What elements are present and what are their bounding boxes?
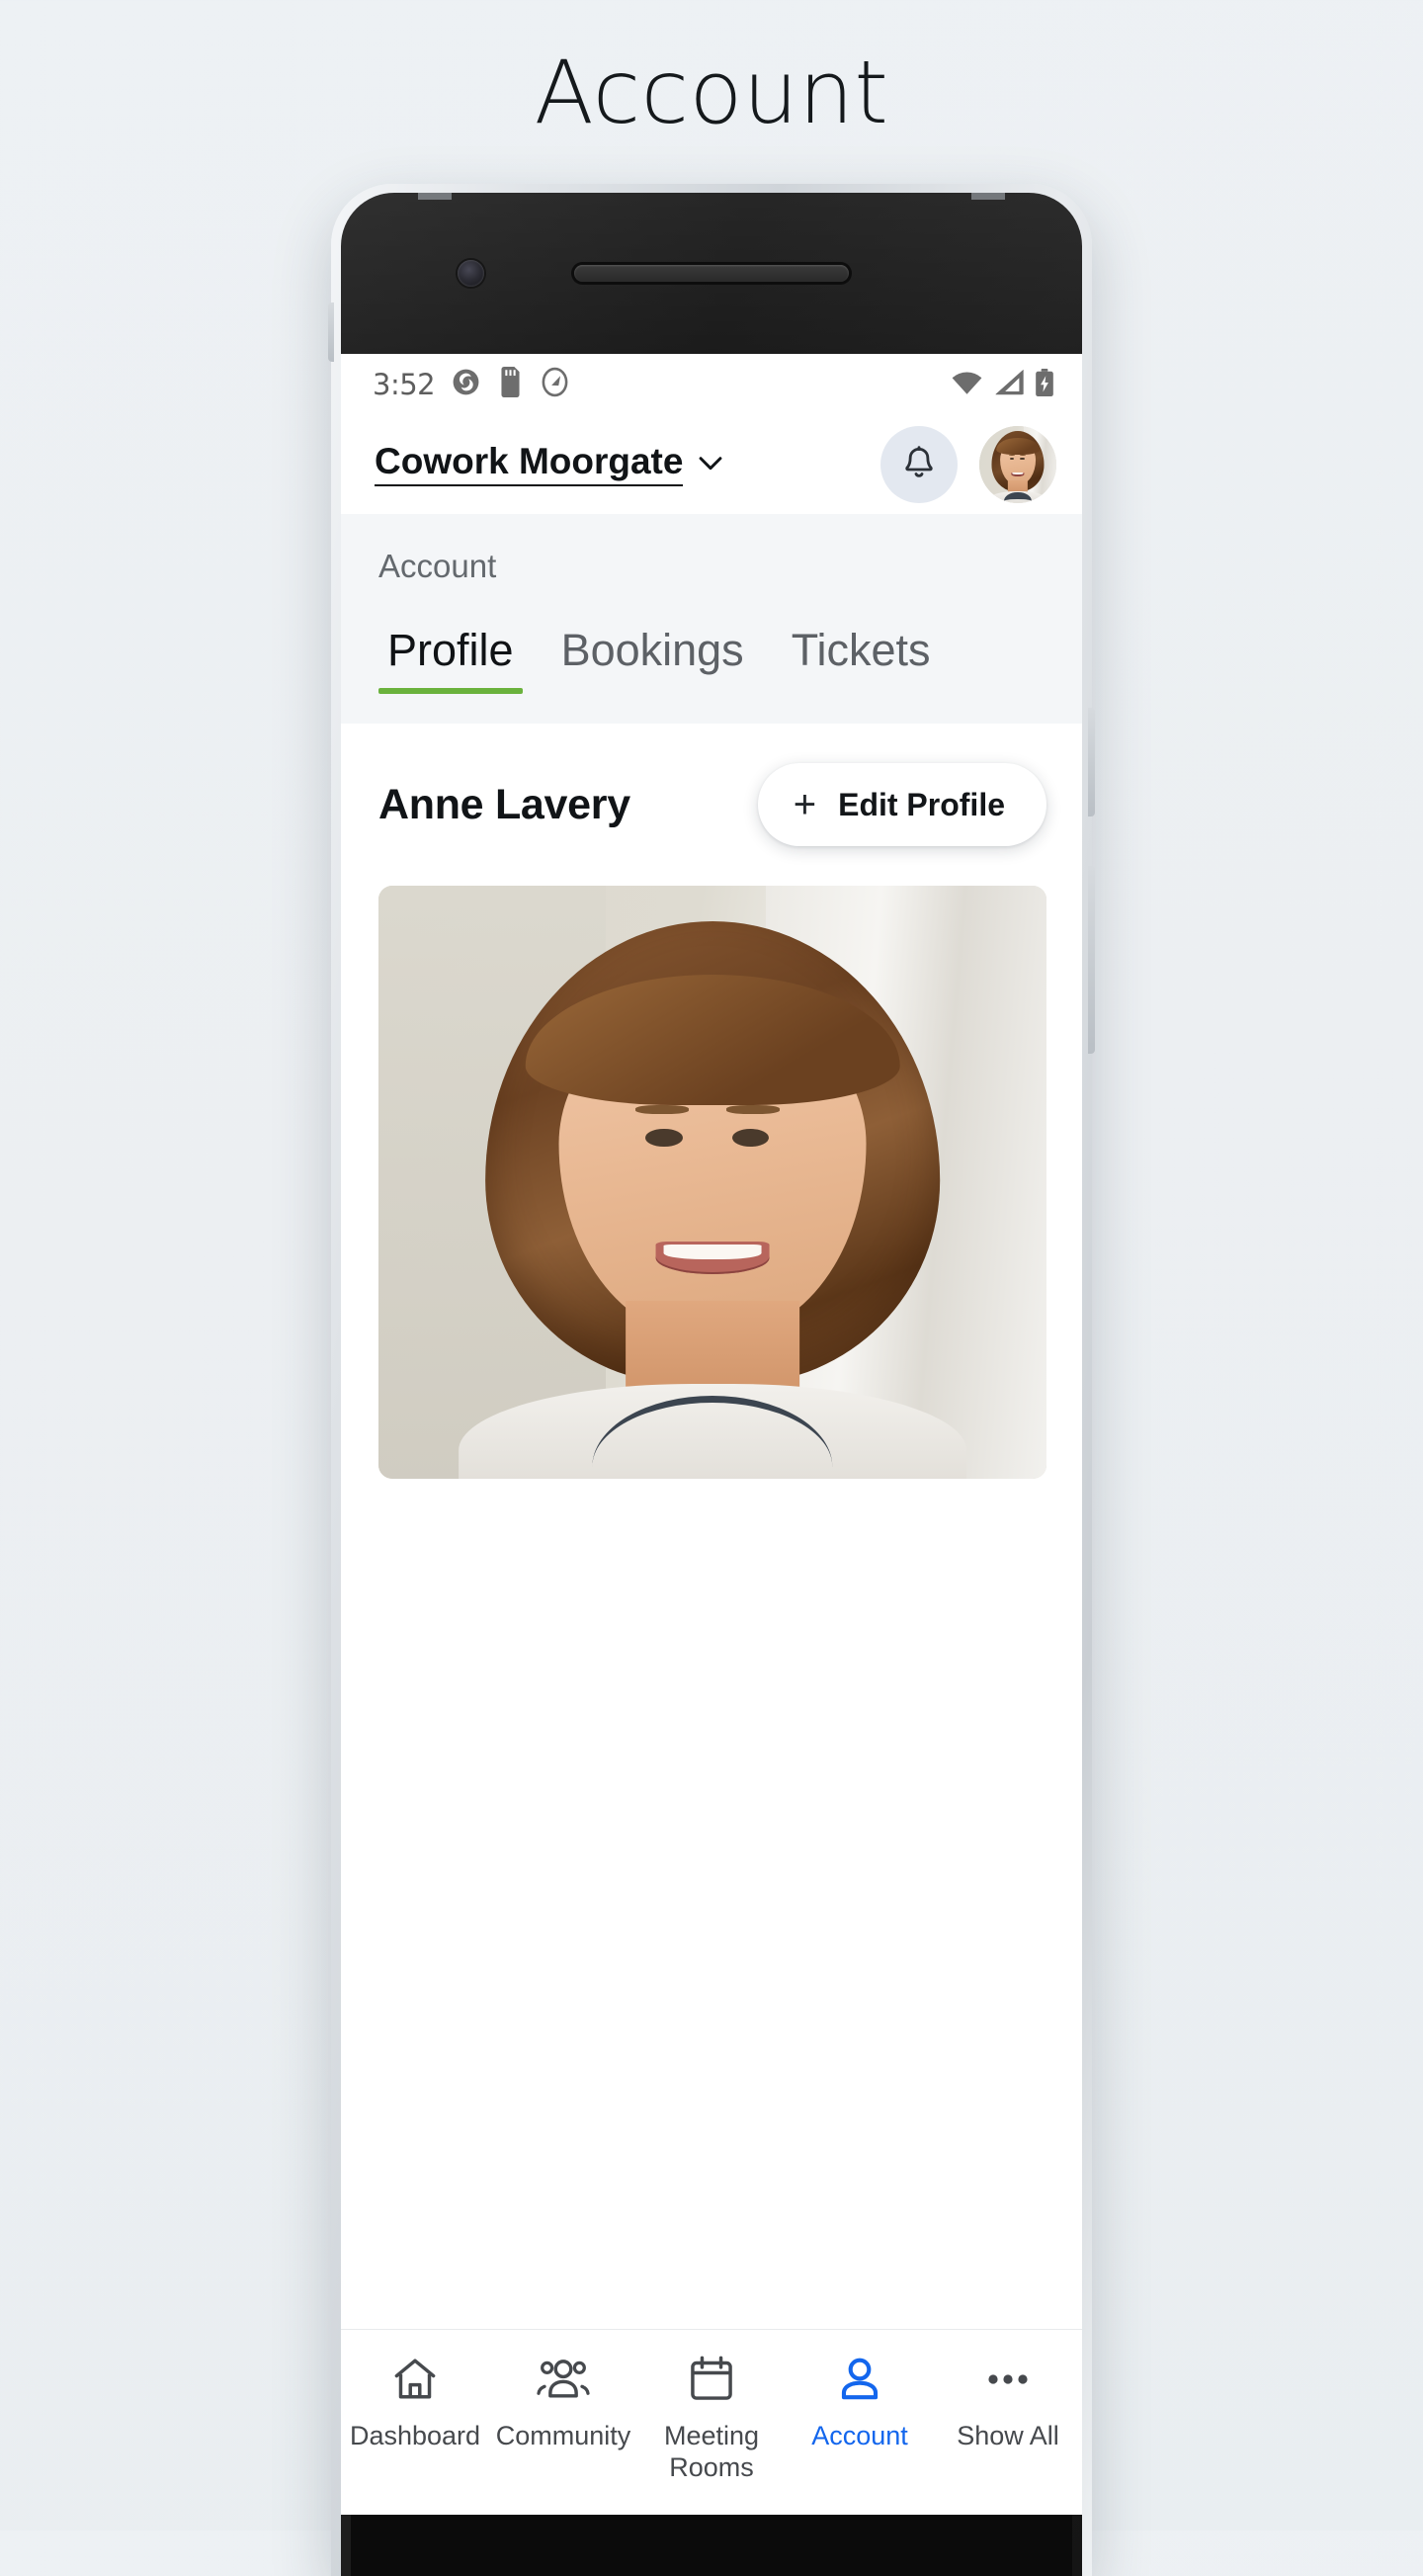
notifications-button[interactable] — [880, 426, 958, 503]
phone-screen: 3:52 Cowork Moorgate Account Profile Boo… — [341, 354, 1082, 2515]
edit-profile-button[interactable]: + Edit Profile — [757, 763, 1046, 846]
nav-label-account: Account — [811, 2421, 908, 2450]
tab-profile[interactable]: Profile — [378, 625, 523, 694]
chevron-down-icon — [694, 446, 727, 484]
header-actions — [880, 426, 1056, 503]
avatar[interactable] — [979, 426, 1056, 503]
earpiece-speaker — [574, 265, 849, 282]
venue-selector[interactable]: Cowork Moorgate — [375, 442, 727, 486]
nav-item-community[interactable]: Community — [489, 2352, 637, 2452]
calendar-icon — [688, 2352, 735, 2407]
nav-item-meeting-rooms[interactable]: Meeting Rooms — [637, 2352, 786, 2484]
ellipsis-icon — [980, 2352, 1036, 2407]
profile-header-row: Anne Lavery + Edit Profile — [341, 724, 1082, 878]
people-icon — [536, 2352, 591, 2407]
phone-side-button — [1088, 866, 1095, 1054]
app-icon-circle-arrow — [540, 367, 570, 402]
nav-label-meeting-rooms: Meeting Rooms — [663, 2421, 760, 2482]
battery-charging-icon — [1035, 368, 1054, 401]
tab-profile-label: Profile — [387, 625, 514, 675]
nav-label-show-all: Show All — [957, 2421, 1059, 2450]
phone-body: 3:52 Cowork Moorgate Account Profile Boo… — [341, 193, 1082, 2576]
edit-profile-label: Edit Profile — [838, 786, 1005, 822]
account-section-header: Account Profile Bookings Tickets — [341, 514, 1082, 694]
section-label: Account — [378, 548, 497, 584]
antenna-line-right — [971, 193, 1005, 200]
avatar-portrait — [979, 426, 1056, 503]
tab-bar: Profile Bookings Tickets — [341, 585, 1082, 694]
status-bar-clock: 3:52 — [373, 368, 436, 401]
antenna-line-left — [418, 193, 452, 200]
tab-bookings-label: Bookings — [560, 625, 744, 675]
person-icon — [834, 2352, 885, 2407]
phone-volume-button — [328, 302, 334, 362]
app-header: Cowork Moorgate — [341, 415, 1082, 514]
phone-bottom-bezel — [351, 2515, 1072, 2576]
nav-item-account[interactable]: Account — [786, 2352, 934, 2452]
page-title: Account — [534, 42, 889, 143]
status-bar: 3:52 — [341, 354, 1082, 415]
status-bar-right — [951, 368, 1054, 401]
bell-icon — [899, 444, 939, 486]
status-bar-left: 3:52 — [373, 367, 570, 402]
sd-card-icon — [497, 367, 524, 402]
app-icon-swirl — [451, 367, 481, 402]
tab-bookings[interactable]: Bookings — [552, 625, 753, 694]
nav-label-dashboard: Dashboard — [349, 2421, 481, 2450]
phone-mockup: 3:52 Cowork Moorgate Account Profile Boo… — [328, 184, 1095, 2576]
profile-panel: Anne Lavery + Edit Profile — [341, 724, 1082, 1479]
home-icon — [389, 2352, 441, 2407]
tab-tickets[interactable]: Tickets — [783, 625, 940, 694]
profile-portrait — [378, 886, 1046, 1479]
phone-power-button — [1088, 708, 1095, 816]
nav-item-show-all[interactable]: Show All — [934, 2352, 1082, 2452]
nav-item-dashboard[interactable]: Dashboard — [341, 2352, 489, 2452]
plus-icon: + — [793, 783, 817, 826]
venue-name: Cowork Moorgate — [375, 442, 684, 486]
cellular-signal-icon — [994, 369, 1024, 400]
wifi-icon — [951, 370, 983, 400]
tab-tickets-label: Tickets — [791, 625, 931, 675]
bezel-sheen — [341, 193, 1082, 371]
front-camera-icon — [458, 260, 484, 287]
bottom-navigation: Dashboard Community Meeting Rooms Accoun… — [341, 2329, 1082, 2515]
profile-photo[interactable] — [378, 886, 1046, 1479]
profile-name: Anne Lavery — [378, 780, 630, 828]
nav-label-community: Community — [495, 2421, 631, 2450]
section-divider — [341, 694, 1082, 724]
